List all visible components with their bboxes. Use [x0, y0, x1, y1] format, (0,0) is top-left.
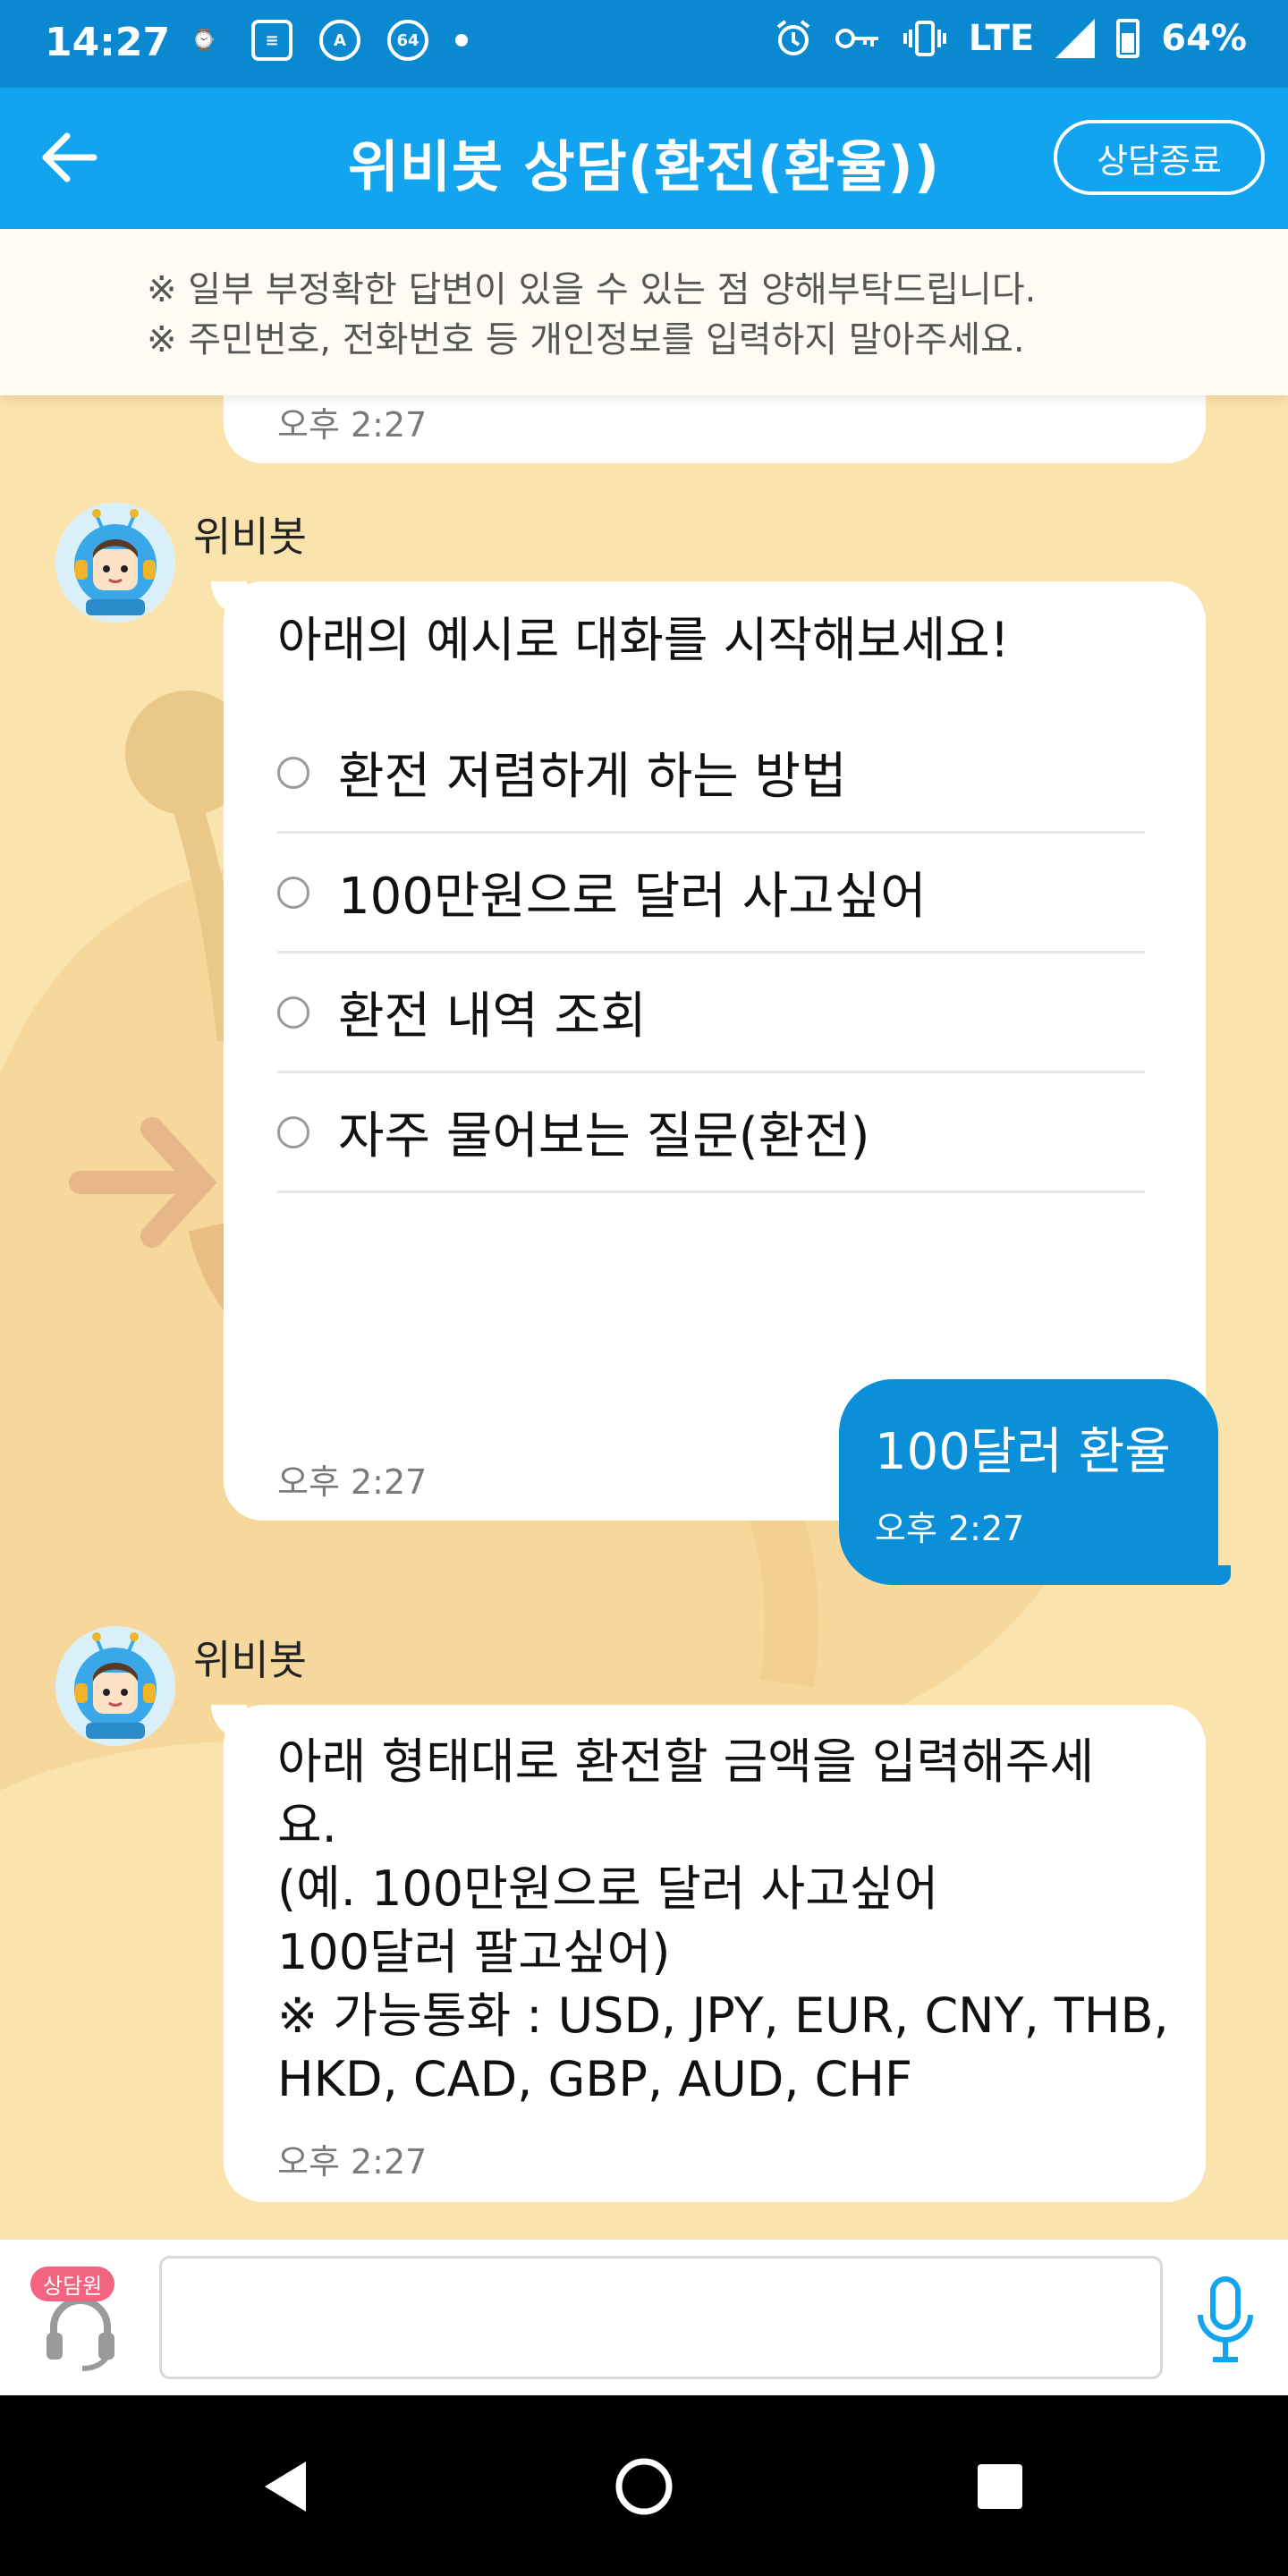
robot-avatar-icon: [55, 1626, 175, 1746]
message-text: 100달러 환율: [875, 1423, 1171, 1481]
message-input[interactable]: [159, 2256, 1163, 2379]
message-time: 오후 2:27: [277, 405, 428, 445]
message-line: HKD, CAD, GBP, AUD, CHF: [277, 2051, 913, 2107]
message-line: 아래 형태대로 환전할 금액을 입력해주세: [277, 1733, 1095, 1790]
clock-widget-icon: ⌚: [191, 29, 216, 52]
suggestion-option[interactable]: 환전 내역 조회: [277, 953, 1145, 1073]
suggestion-option[interactable]: 100만원으로 달러 사고싶어: [277, 834, 1145, 953]
option-label: 환전 내역 조회: [338, 987, 647, 1046]
system-nav-bar: [0, 2395, 1288, 2576]
network-type: LTE: [968, 18, 1035, 59]
option-label: 100만원으로 달러 사고싶어: [338, 868, 927, 926]
badge-64-icon: 64: [387, 20, 428, 61]
message-input-bar: 상담원: [0, 2240, 1288, 2395]
message-time: 오후 2:27: [875, 1509, 1025, 1548]
voice-input-button[interactable]: [1190, 2275, 1261, 2365]
nav-home-button[interactable]: [608, 2451, 680, 2522]
option-label: 환전 저렴하게 하는 방법: [338, 748, 847, 806]
battery-level: 64%: [1161, 18, 1247, 59]
notice-line: ※ 일부 부정확한 답변이 있을 수 있는 점 양해부탁드립니다.: [147, 269, 1037, 310]
notice-banner: ※ 일부 부정확한 답변이 있을 수 있는 점 양해부탁드립니다. ※ 주민번호…: [0, 229, 1288, 395]
end-consultation-button[interactable]: 상담종료: [1054, 120, 1265, 195]
status-time: 14:27: [45, 20, 171, 65]
app-header: 위비봇 상담(환전(환율)) 상담종료: [0, 88, 1288, 229]
bot-avatar: [55, 503, 175, 623]
sender-name: 위비봇: [193, 513, 307, 561]
message-line: 100달러 팔고싶어): [277, 1924, 671, 1980]
nav-recents-button[interactable]: [964, 2451, 1036, 2522]
more-notifications-dot-icon: [455, 34, 468, 47]
option-label: 자주 물어보는 질문(환전): [338, 1107, 870, 1165]
robot-avatar-icon: [55, 503, 175, 623]
suggestion-option[interactable]: 환전 저렴하게 하는 방법: [277, 714, 1145, 834]
radio-icon: [277, 876, 309, 909]
triangle-back-icon: [265, 2462, 306, 2512]
message-line: ※ 가능통화 : USD, JPY, EUR, CNY, THB,: [277, 1987, 1169, 2044]
app-logo-icon: A: [319, 20, 360, 61]
previous-bot-message: 오후 2:27: [224, 395, 1206, 463]
vibrate-icon: [902, 19, 947, 58]
alarm-icon: [774, 19, 813, 58]
message-text: 아래 형태대로 환전할 금액을 입력해주세 요. (예. 100만원으로 달러 …: [277, 1730, 1169, 2111]
connect-agent-button[interactable]: 상담원: [27, 2265, 134, 2372]
radio-icon: [277, 996, 309, 1029]
status-bar: 14:27 ⌚ ≡ A 64 LTE 64%: [0, 0, 1288, 88]
bot-message: 아래 형태대로 환전할 금액을 입력해주세 요. (예. 100만원으로 달러 …: [211, 1705, 1206, 2202]
radio-icon: [277, 756, 309, 789]
key-icon: [835, 25, 881, 52]
message-time: 오후 2:27: [277, 2142, 428, 2182]
nav-back-button[interactable]: [250, 2451, 322, 2522]
chat-area[interactable]: 오후 2:27 위비봇 아래의 예시로 대화를 시작해보세요! 환전 저렴하게 …: [0, 395, 1288, 2240]
suggestion-option[interactable]: 자주 물어보는 질문(환전): [277, 1073, 1145, 1193]
message-time: 오후 2:27: [277, 1462, 428, 1502]
notice-line: ※ 주민번호, 전화번호 등 개인정보를 입력하지 말아주세요.: [147, 319, 1025, 360]
notification-icons: ⌚ ≡ A 64: [183, 20, 468, 61]
circle-home-icon: [615, 2458, 673, 2515]
sender-name: 위비봇: [193, 1636, 307, 1684]
agent-badge: 상담원: [30, 2267, 115, 2301]
list-icon: ≡: [251, 20, 292, 61]
status-right: LTE 64%: [774, 18, 1247, 59]
message-text: 아래의 예시로 대화를 시작해보세요!: [277, 612, 1010, 668]
signal-icon: [1055, 19, 1096, 58]
microphone-icon: [1198, 2276, 1253, 2362]
radio-icon: [277, 1115, 309, 1148]
suggestion-list: 환전 저렴하게 하는 방법 100만원으로 달러 사고싶어 환전 내역 조회 자…: [277, 714, 1145, 1193]
battery-icon: [1116, 19, 1140, 58]
message-line: (예. 100만원으로 달러 사고싶어: [277, 1860, 939, 1917]
user-message: 100달러 환율 오후 2:27: [839, 1379, 1231, 1585]
bot-avatar: [55, 1626, 175, 1746]
square-recents-icon: [978, 2464, 1022, 2509]
message-line: 요.: [277, 1797, 337, 1853]
